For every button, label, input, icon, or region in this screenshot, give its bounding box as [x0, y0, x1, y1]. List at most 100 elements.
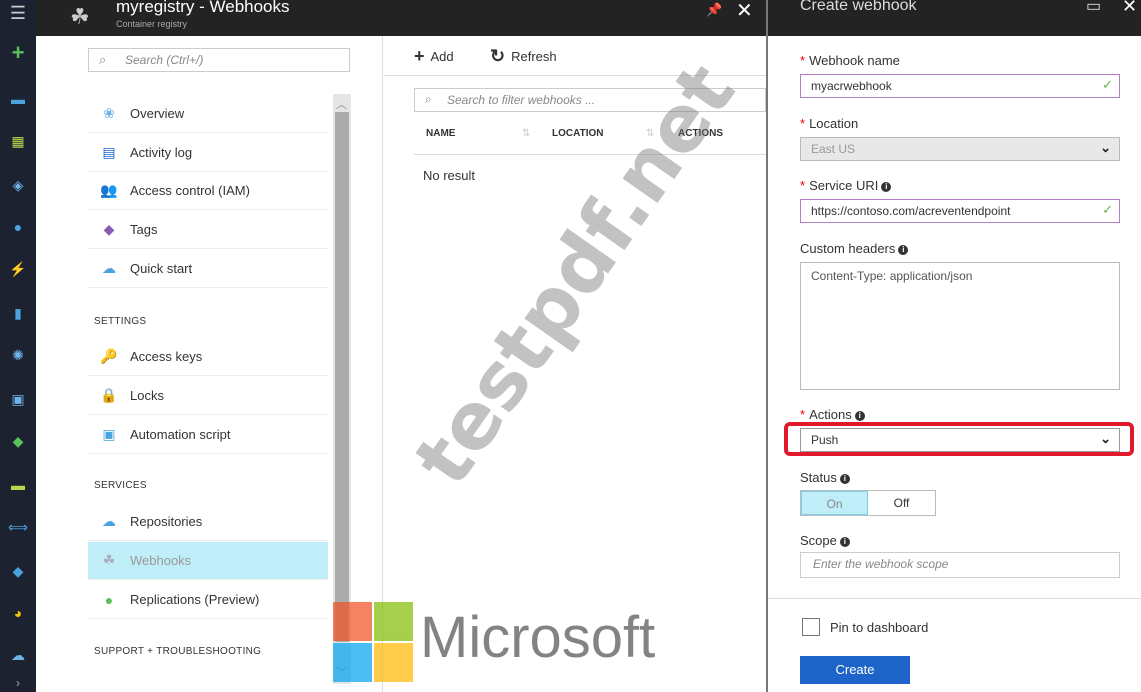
blade-subtitle: Container registry: [116, 19, 188, 29]
expand-rail-icon[interactable]: ›: [8, 674, 28, 692]
menu-item-label: Tags: [130, 222, 158, 237]
scope-label-text: Scope: [800, 533, 837, 548]
maximize-icon[interactable]: ▭: [1086, 0, 1101, 16]
create-resource-icon[interactable]: +: [8, 42, 28, 64]
info-icon[interactable]: i: [898, 245, 909, 255]
actions-label-text: Actions: [809, 407, 852, 422]
menu-scrollbar[interactable]: ︿ ﹀: [333, 94, 351, 684]
container-registry-icon: ☘: [70, 4, 90, 29]
key-icon: 🔑: [100, 348, 118, 364]
checkbox-box[interactable]: [802, 618, 820, 636]
logo-square-red: [333, 602, 372, 641]
app-services-icon[interactable]: ●: [8, 218, 28, 236]
menu-item-webhooks[interactable]: ☘ Webhooks: [88, 542, 328, 580]
search-icon: ⌕: [99, 52, 107, 67]
location-value: East US: [811, 142, 856, 156]
menu-search-placeholder: Search (Ctrl+/): [125, 53, 204, 67]
filter-webhooks-input[interactable]: ⌕ Search to filter webhooks ...: [414, 88, 766, 112]
info-icon[interactable]: i: [881, 182, 892, 192]
scope-input[interactable]: Enter the webhook scope: [800, 552, 1120, 578]
microsoft-watermark-text: Microsoft: [420, 605, 656, 670]
menu-item-label: Automation script: [130, 427, 231, 442]
resource-groups-icon[interactable]: ◈: [8, 176, 28, 194]
sql-databases-icon[interactable]: ▮: [8, 304, 28, 322]
status-toggle: On Off: [800, 490, 936, 516]
scrollbar-thumb[interactable]: [335, 112, 349, 642]
plus-icon: +: [414, 46, 425, 66]
column-header-actions[interactable]: ACTIONS: [678, 128, 723, 139]
valid-check-icon: ✓: [1102, 77, 1113, 92]
microsoft-logo-icon: [333, 602, 413, 682]
menu-item-replications[interactable]: ● Replications (Preview): [88, 581, 328, 619]
column-header-name[interactable]: NAME: [426, 128, 455, 139]
custom-headers-label: Custom headers i: [800, 241, 909, 256]
automation-icon: ▣: [102, 426, 116, 442]
pin-to-dashboard-checkbox[interactable]: Pin to dashboard: [802, 618, 928, 636]
info-icon[interactable]: i: [839, 474, 850, 484]
lock-icon: 🔒: [100, 387, 118, 403]
menu-item-activity-log[interactable]: ▤ Activity log: [88, 134, 328, 172]
menu-item-access-control[interactable]: 👥 Access control (IAM): [88, 172, 328, 210]
overview-icon: ❀: [103, 105, 115, 121]
section-header-support: SUPPORT + TROUBLESHOOTING: [94, 646, 262, 657]
tag-icon: ◆: [103, 221, 115, 237]
service-uri-label-text: Service URI: [809, 178, 879, 193]
virtual-networks-icon[interactable]: ⟺: [8, 518, 28, 536]
blade-title: myregistry - Webhooks: [116, 0, 290, 16]
location-select[interactable]: East US ⌄: [800, 137, 1120, 161]
location-label: * Location: [800, 116, 858, 131]
menu-item-access-keys[interactable]: 🔑 Access keys: [88, 338, 328, 376]
blade-header: ☘ myregistry - Webhooks Container regist…: [36, 0, 766, 36]
menu-item-label: Activity log: [130, 145, 193, 160]
monitor-icon[interactable]: ◕: [8, 604, 28, 622]
pin-to-dashboard-label: Pin to dashboard: [830, 619, 929, 635]
menu-item-automation-script[interactable]: ▣ Automation script: [88, 416, 328, 454]
menu-item-locks[interactable]: 🔒 Locks: [88, 377, 328, 415]
scope-placeholder: Enter the webhook scope: [813, 557, 949, 571]
repositories-icon: ☁: [102, 513, 116, 529]
hamburger-menu-icon[interactable]: ☰: [8, 4, 28, 22]
storage-accounts-icon[interactable]: ▬: [8, 476, 28, 494]
create-button[interactable]: Create: [800, 656, 910, 684]
status-off-option[interactable]: Off: [868, 491, 935, 515]
location-label-text: Location: [809, 116, 859, 131]
webhook-name-input[interactable]: myacrwebhook ✓: [800, 74, 1120, 98]
add-button[interactable]: + Add: [414, 46, 454, 67]
menu-item-overview[interactable]: ❀ Overview: [88, 95, 328, 133]
scroll-up-icon[interactable]: ︿: [336, 96, 347, 112]
load-balancers-icon[interactable]: ◆: [8, 432, 28, 450]
menu-item-quick-start[interactable]: ☁ Quick start: [88, 250, 328, 288]
refresh-icon: ↻: [490, 46, 506, 66]
menu-item-label: Access keys: [130, 349, 203, 364]
menu-item-label: Quick start: [130, 261, 193, 276]
cosmos-db-icon[interactable]: ✺: [8, 346, 28, 364]
close-blade-icon[interactable]: ✕: [736, 0, 753, 23]
column-header-location[interactable]: LOCATION: [552, 128, 603, 139]
function-apps-icon[interactable]: ⚡: [8, 260, 28, 278]
refresh-button[interactable]: ↻ Refresh: [490, 46, 557, 67]
menu-item-label: Overview: [130, 106, 185, 121]
empty-state-text: No result: [423, 168, 476, 183]
menu-search-input[interactable]: ⌕ Search (Ctrl+/): [88, 48, 350, 72]
virtual-machines-icon[interactable]: ▣: [8, 390, 28, 408]
status-on-option[interactable]: On: [801, 491, 869, 515]
left-icon-rail: ☰ + ▬ ▦ ◈ ● ⚡ ▮ ✺ ▣ ◆ ▬ ⟺ ◆ ◕ ☁ ›: [0, 0, 36, 692]
service-uri-input[interactable]: https://contoso.com/acreventendpoint ✓: [800, 199, 1120, 223]
all-resources-icon[interactable]: ▦: [8, 132, 28, 150]
info-icon[interactable]: i: [839, 537, 850, 547]
close-icon[interactable]: ✕: [1122, 0, 1137, 17]
advisor-icon[interactable]: ☁: [8, 646, 28, 664]
info-icon[interactable]: i: [854, 411, 865, 421]
pin-blade-icon[interactable]: 📌: [706, 2, 722, 18]
menu-item-repositories[interactable]: ☁ Repositories: [88, 503, 328, 541]
custom-headers-value: Content-Type: application/json: [811, 269, 973, 283]
menu-item-label: Repositories: [130, 514, 203, 529]
active-directory-icon[interactable]: ◆: [8, 562, 28, 580]
menu-item-label: Webhooks: [130, 553, 192, 568]
webhook-name-label-text: Webhook name: [809, 53, 900, 68]
custom-headers-textarea[interactable]: Content-Type: application/json: [800, 262, 1120, 390]
dashboard-icon[interactable]: ▬: [8, 90, 28, 108]
section-header-settings: SETTINGS: [94, 316, 147, 327]
menu-item-tags[interactable]: ◆ Tags: [88, 211, 328, 249]
create-blade-title: Create webhook: [800, 0, 917, 14]
